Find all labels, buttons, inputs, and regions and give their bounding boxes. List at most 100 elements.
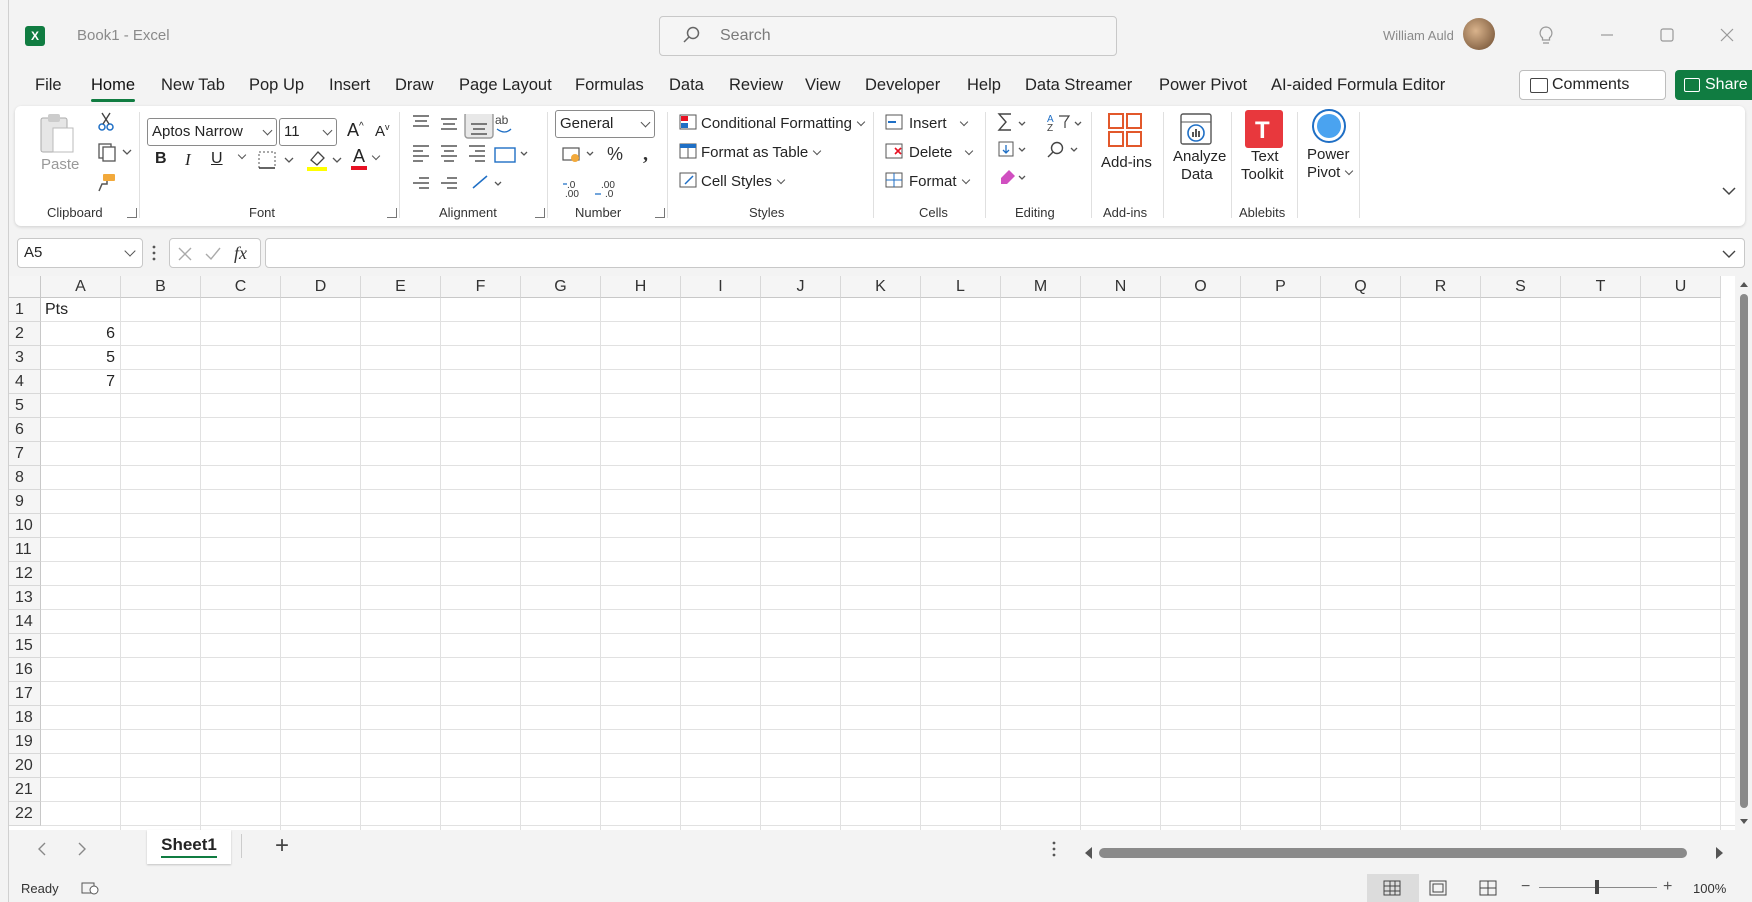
tab-ai-formula-editor[interactable]: AI-aided Formula Editor <box>1271 76 1445 95</box>
number-launcher-icon[interactable] <box>655 208 665 218</box>
format-cells-button[interactable]: Format <box>885 172 970 190</box>
vertical-scroll-thumb[interactable] <box>1740 294 1748 808</box>
search-input[interactable] <box>720 25 1100 47</box>
accessibility-icon[interactable] <box>81 880 99 896</box>
collapse-ribbon-icon[interactable] <box>1721 184 1737 198</box>
cell-a2[interactable]: 6 <box>45 322 115 346</box>
column-header-i[interactable]: I <box>681 276 761 298</box>
horizontal-scroll-thumb[interactable] <box>1099 848 1687 858</box>
scroll-left-icon[interactable] <box>1083 846 1093 860</box>
tab-home[interactable]: Home <box>91 76 136 102</box>
row-header-2[interactable]: 2 <box>9 322 41 346</box>
fill-color-icon[interactable] <box>305 148 345 172</box>
bold-button[interactable]: B <box>155 150 167 168</box>
add-sheet-button[interactable]: + <box>275 832 289 860</box>
column-header-f[interactable]: F <box>441 276 521 298</box>
cut-icon[interactable] <box>97 112 115 132</box>
text-toolkit-icon[interactable]: T <box>1245 110 1283 148</box>
row-header-14[interactable]: 14 <box>9 610 41 634</box>
select-all-corner[interactable] <box>9 276 41 298</box>
scroll-up-icon[interactable] <box>1739 280 1749 288</box>
insert-cells-button[interactable]: Insert <box>885 114 968 132</box>
column-header-o[interactable]: O <box>1161 276 1241 298</box>
delete-cells-button[interactable]: Delete <box>885 143 974 161</box>
column-header-s[interactable]: S <box>1481 276 1561 298</box>
expand-formula-icon[interactable] <box>1722 249 1736 259</box>
column-header-l[interactable]: L <box>921 276 1001 298</box>
row-header-12[interactable]: 12 <box>9 562 41 586</box>
tab-draw[interactable]: Draw <box>395 76 434 95</box>
paste-icon[interactable] <box>37 112 77 156</box>
font-size-select[interactable]: 11 <box>279 118 337 146</box>
tab-help[interactable]: Help <box>967 76 1001 95</box>
paste-label[interactable]: Paste <box>41 156 79 173</box>
text-toolkit-line1[interactable]: Text <box>1251 148 1279 165</box>
formula-input[interactable] <box>265 238 1745 268</box>
lightbulb-icon[interactable] <box>1537 26 1555 46</box>
row-header-4[interactable]: 4 <box>9 370 41 394</box>
font-color-button[interactable]: A <box>351 146 381 170</box>
column-header-p[interactable]: P <box>1241 276 1321 298</box>
underline-button[interactable]: U <box>211 150 223 168</box>
power-pivot-line1[interactable]: Power <box>1307 146 1350 163</box>
zoom-level[interactable]: 100% <box>1693 881 1726 896</box>
column-header-k[interactable]: K <box>841 276 921 298</box>
tab-data-streamer[interactable]: Data Streamer <box>1025 76 1132 95</box>
tab-pop-up[interactable]: Pop Up <box>249 76 304 95</box>
more-options-icon[interactable] <box>151 244 157 262</box>
row-header-5[interactable]: 5 <box>9 394 41 418</box>
scroll-down-icon[interactable] <box>1739 818 1749 826</box>
text-toolkit-line2[interactable]: Toolkit <box>1241 166 1284 183</box>
column-header-n[interactable]: N <box>1081 276 1161 298</box>
normal-view-button[interactable] <box>1367 874 1419 902</box>
enter-check-icon[interactable] <box>204 245 222 263</box>
row-header-9[interactable]: 9 <box>9 490 41 514</box>
column-header-b[interactable]: B <box>121 276 201 298</box>
row-header-13[interactable]: 13 <box>9 586 41 610</box>
column-header-q[interactable]: Q <box>1321 276 1401 298</box>
column-header-e[interactable]: E <box>361 276 441 298</box>
vertical-scrollbar[interactable] <box>1735 276 1752 830</box>
next-sheet-icon[interactable] <box>77 842 87 856</box>
page-break-view-icon[interactable] <box>1479 880 1497 896</box>
borders-icon[interactable] <box>257 150 297 170</box>
zoom-out-button[interactable]: − <box>1521 878 1530 896</box>
column-header-m[interactable]: M <box>1001 276 1081 298</box>
column-header-r[interactable]: R <box>1401 276 1481 298</box>
analyze-data-icon[interactable] <box>1179 110 1215 148</box>
column-header-d[interactable]: D <box>281 276 361 298</box>
editing-icons[interactable]: AZ <box>997 112 1093 192</box>
close-button[interactable] <box>1707 18 1747 52</box>
underline-dropdown[interactable] <box>233 148 247 165</box>
row-header-7[interactable]: 7 <box>9 442 41 466</box>
grow-font-button[interactable]: A^ <box>347 120 364 141</box>
row-header-19[interactable]: 19 <box>9 730 41 754</box>
row-header-15[interactable]: 15 <box>9 634 41 658</box>
sheet-tab-sheet1[interactable]: Sheet1 <box>147 830 231 864</box>
tab-review[interactable]: Review <box>729 76 783 95</box>
number-format-icons[interactable]: % , .0.00 .00.0 <box>561 144 657 200</box>
row-header-8[interactable]: 8 <box>9 466 41 490</box>
tab-new-tab[interactable]: New Tab <box>161 76 225 95</box>
format-painter-icon[interactable] <box>97 172 117 192</box>
row-header-10[interactable]: 10 <box>9 514 41 538</box>
search-box[interactable] <box>659 16 1117 56</box>
cell-a1[interactable]: Pts <box>45 298 115 322</box>
row-header-3[interactable]: 3 <box>9 346 41 370</box>
column-header-c[interactable]: C <box>201 276 281 298</box>
row-header-20[interactable]: 20 <box>9 754 41 778</box>
row-header-18[interactable]: 18 <box>9 706 41 730</box>
alignment-launcher-icon[interactable] <box>535 208 545 218</box>
row-header-6[interactable]: 6 <box>9 418 41 442</box>
font-name-select[interactable]: Aptos Narrow <box>147 118 277 146</box>
row-header-1[interactable]: 1 <box>9 298 41 322</box>
insert-function-button[interactable]: fx <box>234 243 247 264</box>
comments-button[interactable]: Comments <box>1519 70 1666 100</box>
power-pivot-icon[interactable] <box>1311 108 1347 144</box>
column-header-g[interactable]: G <box>521 276 601 298</box>
power-pivot-line2[interactable]: Pivot <box>1307 164 1354 181</box>
tab-insert[interactable]: Insert <box>329 76 370 95</box>
row-header-22[interactable]: 22 <box>9 802 41 826</box>
scroll-right-icon[interactable] <box>1715 846 1725 860</box>
format-as-table-button[interactable]: Format as Table <box>679 143 822 161</box>
